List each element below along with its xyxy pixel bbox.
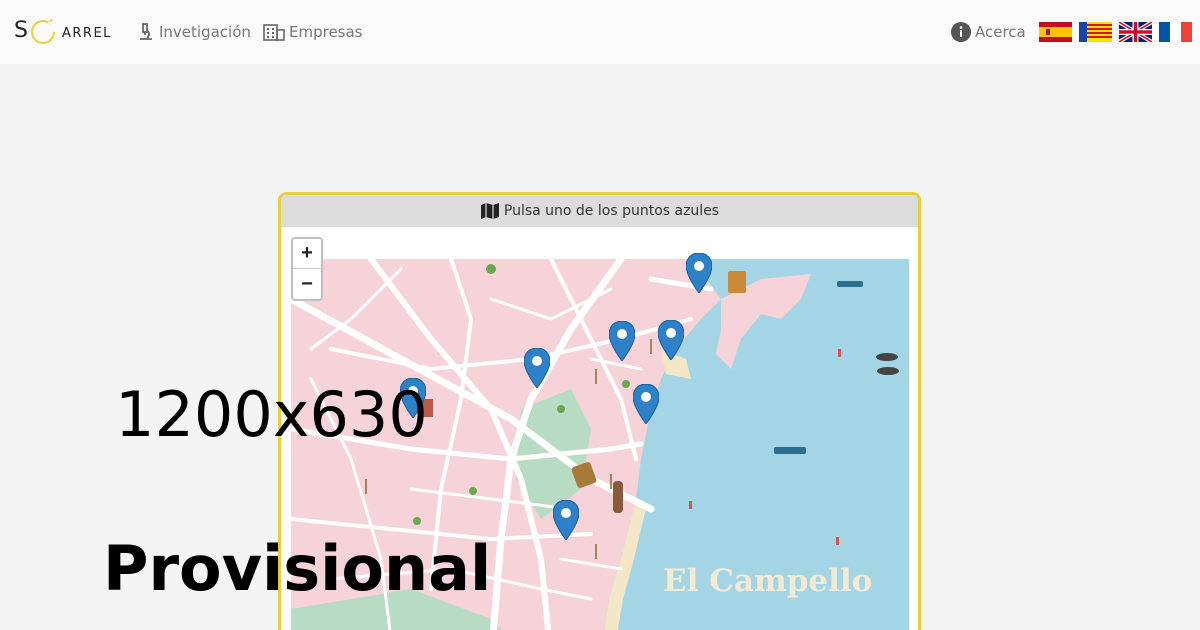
zoom-in-button[interactable]: + [293,239,321,269]
top-navbar: S ARREL Invetigación Empresas Acerca [0,0,1200,64]
map-marker-2[interactable] [609,321,635,361]
info-icon [951,22,971,42]
map-marker-5[interactable] [633,384,659,424]
logo-s: S [14,18,29,43]
map-marker-1[interactable] [686,253,712,293]
nav-acerca[interactable]: Acerca [951,20,1026,44]
logo-ring-icon [31,18,57,44]
map-town-label: El Campello [663,563,872,599]
placeholder-provisional-label: Provisional [103,532,492,605]
microscope-icon [140,23,152,40]
logo-arrel: ARREL [62,26,112,41]
soarrel-logo[interactable]: S ARREL [14,16,114,50]
zoom-control: + − [291,237,323,301]
map-card-header: Pulsa uno de los puntos azules [281,195,918,227]
map-instruction: Pulsa uno de los puntos azules [503,203,720,219]
uk-flag-icon[interactable] [1119,22,1152,42]
zoom-out-button[interactable]: − [293,269,321,299]
es-flag-icon[interactable] [1039,22,1072,42]
fr-flag-icon[interactable] [1159,22,1192,42]
map-marker-4[interactable] [524,348,550,388]
nav-empresas-label: Empresas [289,23,363,41]
valencian-flag-icon[interactable] [1079,22,1112,42]
nav-acerca-label: Acerca [975,23,1026,41]
map-icon [480,203,499,219]
placeholder-size-label: 1200x630 [115,378,428,451]
map-marker-7[interactable] [553,500,579,540]
nav-investigacion[interactable]: Invetigación [137,20,251,44]
nav-empresas[interactable]: Empresas [263,20,363,44]
nav-investigacion-label: Invetigación [159,23,251,41]
building-icon [263,24,285,41]
map-marker-3[interactable] [658,320,684,360]
